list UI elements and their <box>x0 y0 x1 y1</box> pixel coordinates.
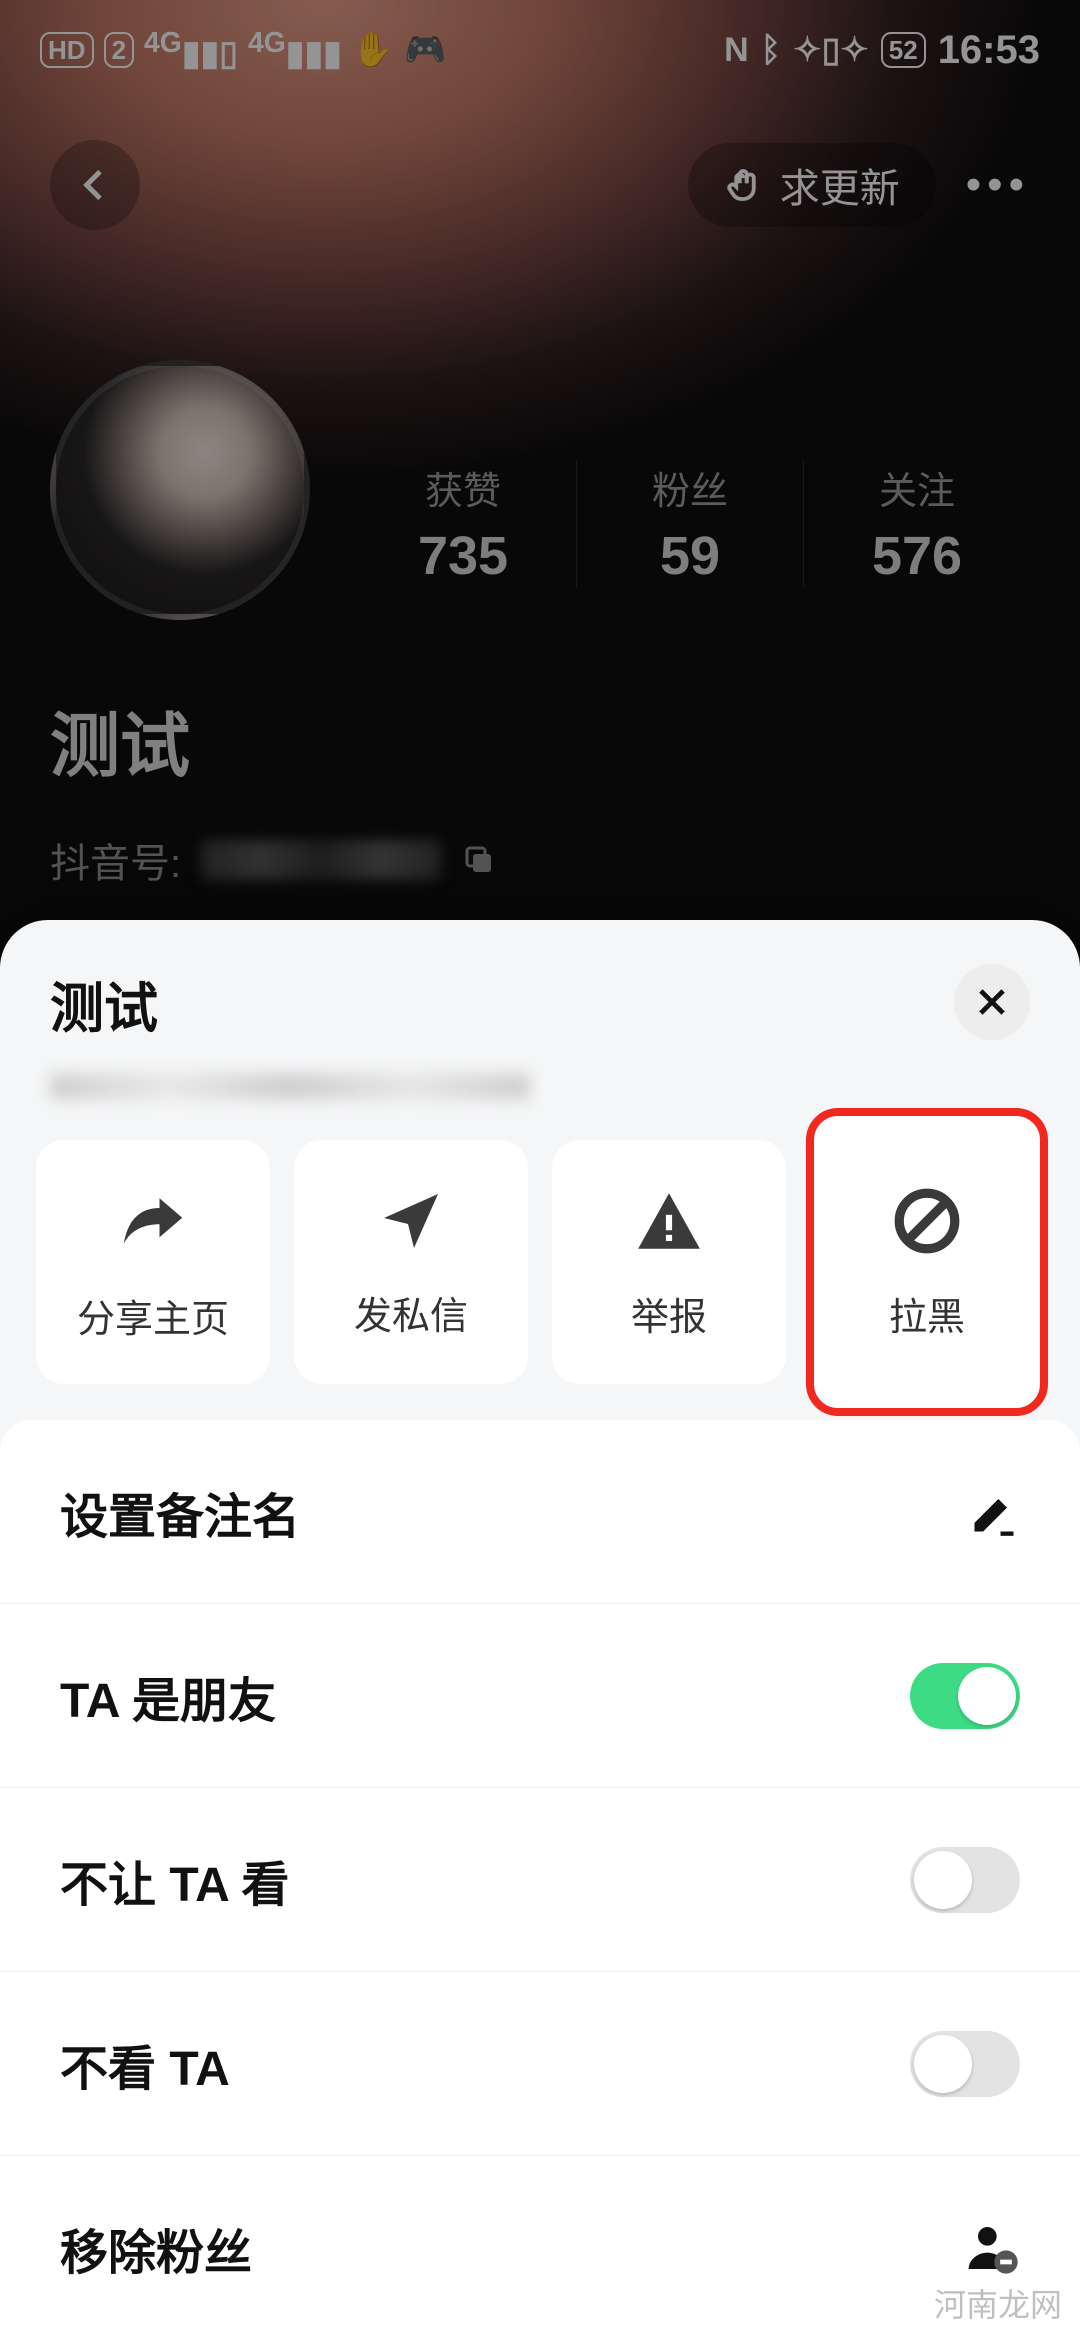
row-label: 移除粉丝 <box>60 2213 252 2283</box>
row-label: TA 是朋友 <box>60 1661 276 1731</box>
row-label: 不看 TA <box>60 2029 230 2099</box>
settings-list: 设置备注名 TA 是朋友 不让 TA 看 不看 TA 移除粉丝 <box>0 1420 1080 2340</box>
action-sheet: 测试 分享主页 发私信 举报 拉黑 设置备注名 <box>0 920 1080 2340</box>
hide-from-toggle[interactable] <box>910 1847 1020 1913</box>
block-icon <box>890 1184 964 1258</box>
remove-user-icon <box>964 2220 1020 2276</box>
set-remark-row[interactable]: 设置备注名 <box>0 1420 1080 1604</box>
action-label: 分享主页 <box>77 1288 229 1343</box>
action-grid: 分享主页 发私信 举报 拉黑 <box>36 1140 1044 1384</box>
remove-follower-row[interactable]: 移除粉丝 <box>0 2156 1080 2340</box>
close-button[interactable] <box>954 964 1030 1040</box>
is-friend-row: TA 是朋友 <box>0 1604 1080 1788</box>
action-label: 举报 <box>631 1286 707 1341</box>
action-label: 拉黑 <box>889 1286 965 1341</box>
watermark: 河南龙网 <box>934 2280 1062 2326</box>
not-see-toggle[interactable] <box>910 2031 1020 2097</box>
row-label: 不让 TA 看 <box>60 1845 289 1915</box>
alert-icon <box>632 1184 706 1258</box>
block-button[interactable]: 拉黑 <box>810 1112 1044 1412</box>
is-friend-toggle[interactable] <box>910 1663 1020 1729</box>
sheet-subtitle-hidden <box>50 1073 530 1100</box>
action-label: 发私信 <box>354 1285 468 1340</box>
row-label: 设置备注名 <box>60 1477 300 1547</box>
share-icon <box>114 1182 192 1260</box>
share-profile-button[interactable]: 分享主页 <box>36 1140 270 1384</box>
sheet-title: 测试 <box>50 964 158 1043</box>
send-icon <box>375 1185 447 1257</box>
edit-icon <box>968 1486 1020 1538</box>
report-button[interactable]: 举报 <box>552 1140 786 1384</box>
not-see-row: 不看 TA <box>0 1972 1080 2156</box>
close-icon <box>973 983 1011 1021</box>
hide-from-row: 不让 TA 看 <box>0 1788 1080 1972</box>
send-message-button[interactable]: 发私信 <box>294 1140 528 1384</box>
